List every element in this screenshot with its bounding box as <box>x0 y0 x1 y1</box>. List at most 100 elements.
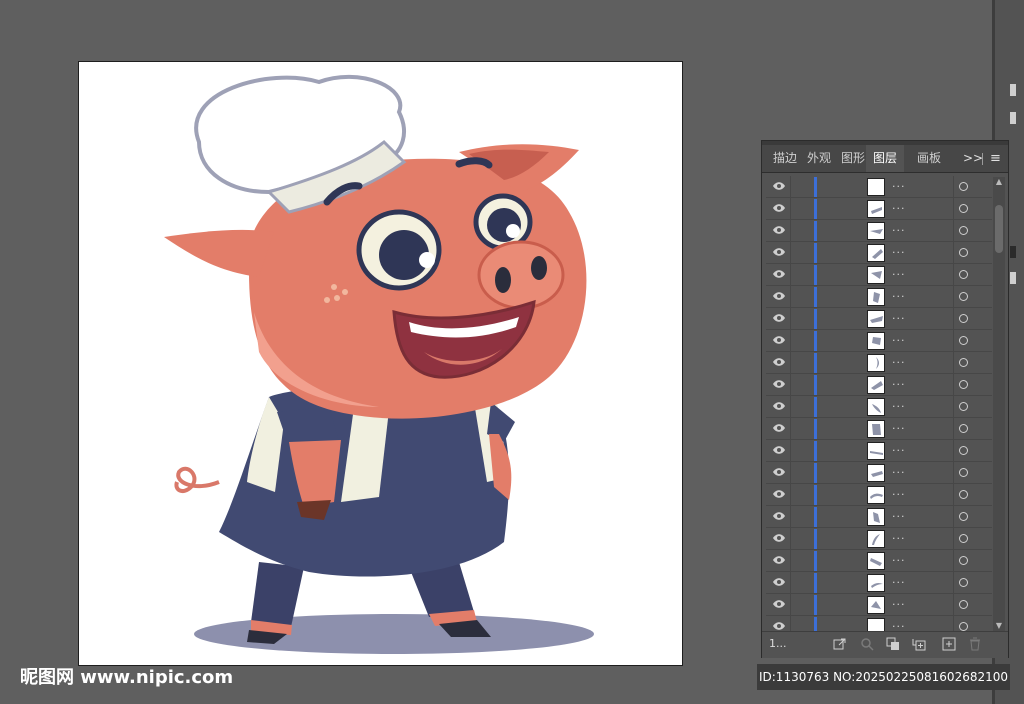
target-icon[interactable] <box>959 424 968 433</box>
eye-icon[interactable] <box>772 224 786 236</box>
target-icon[interactable] <box>959 446 968 455</box>
layer-name[interactable]: ... <box>892 265 906 278</box>
eye-icon[interactable] <box>772 576 786 588</box>
target-icon[interactable] <box>959 402 968 411</box>
eye-icon[interactable] <box>772 180 786 192</box>
layer-row[interactable]: ... <box>766 550 992 572</box>
target-icon[interactable] <box>959 380 968 389</box>
layer-name[interactable]: ... <box>892 441 906 454</box>
target-icon[interactable] <box>959 314 968 323</box>
layer-row[interactable]: ... <box>766 176 992 198</box>
layer-name[interactable]: ... <box>892 463 906 476</box>
layer-name[interactable]: ... <box>892 595 906 608</box>
eye-icon[interactable] <box>772 400 786 412</box>
clip-icon[interactable] <box>886 637 900 651</box>
new-layer-icon[interactable] <box>942 637 956 651</box>
target-icon[interactable] <box>959 270 968 279</box>
layer-row[interactable]: ... <box>766 396 992 418</box>
layer-name[interactable]: ... <box>892 375 906 388</box>
layer-row[interactable]: ... <box>766 264 992 286</box>
target-icon[interactable] <box>959 292 968 301</box>
eye-icon[interactable] <box>772 532 786 544</box>
tab-stroke[interactable]: 描边 <box>768 145 802 172</box>
tab-appearance[interactable]: 外观 <box>802 145 836 172</box>
eye-icon[interactable] <box>772 290 786 302</box>
scrollbar[interactable]: ▲ ▼ <box>993 177 1005 631</box>
layer-name[interactable]: ... <box>892 551 906 564</box>
layer-row[interactable]: ... <box>766 572 992 594</box>
eye-icon[interactable] <box>772 312 786 324</box>
target-icon[interactable] <box>959 622 968 631</box>
scroll-up-icon[interactable]: ▲ <box>993 177 1005 187</box>
tab-layers[interactable]: 图层 <box>866 145 905 172</box>
layer-row[interactable]: ... <box>766 616 992 631</box>
layer-row[interactable]: ... <box>766 308 992 330</box>
layer-row[interactable]: ... <box>766 528 992 550</box>
layer-name[interactable]: ... <box>892 243 906 256</box>
eye-icon[interactable] <box>772 334 786 346</box>
eye-icon[interactable] <box>772 378 786 390</box>
target-icon[interactable] <box>959 534 968 543</box>
eye-icon[interactable] <box>772 268 786 280</box>
layer-name[interactable]: ... <box>892 529 906 542</box>
eye-icon[interactable] <box>772 422 786 434</box>
target-icon[interactable] <box>959 600 968 609</box>
target-icon[interactable] <box>959 336 968 345</box>
layer-name[interactable]: ... <box>892 353 906 366</box>
eye-icon[interactable] <box>772 356 786 368</box>
layer-name[interactable]: ... <box>892 485 906 498</box>
panel-menu-button[interactable]: ≡ <box>990 145 1001 172</box>
layer-row[interactable]: ... <box>766 286 992 308</box>
new-sublayer-icon[interactable] <box>912 637 926 651</box>
target-icon[interactable] <box>959 182 968 191</box>
layer-name[interactable]: ... <box>892 419 906 432</box>
layer-row[interactable]: ... <box>766 462 992 484</box>
eye-icon[interactable] <box>772 510 786 522</box>
layer-row[interactable]: ... <box>766 242 992 264</box>
target-icon[interactable] <box>959 490 968 499</box>
layer-row[interactable]: ... <box>766 440 992 462</box>
layer-name[interactable]: ... <box>892 507 906 520</box>
eye-icon[interactable] <box>772 202 786 214</box>
more-tabs-button[interactable]: >> <box>963 145 983 172</box>
search-icon[interactable] <box>860 637 874 651</box>
export-icon[interactable] <box>833 637 847 651</box>
target-icon[interactable] <box>959 468 968 477</box>
layer-row[interactable]: ... <box>766 594 992 616</box>
trash-icon[interactable] <box>968 637 982 651</box>
layer-row[interactable]: ... <box>766 220 992 242</box>
layer-row[interactable]: ... <box>766 330 992 352</box>
eye-icon[interactable] <box>772 488 786 500</box>
target-icon[interactable] <box>959 204 968 213</box>
artboard[interactable] <box>78 61 683 666</box>
layer-name[interactable]: ... <box>892 617 906 630</box>
layer-name[interactable]: ... <box>892 287 906 300</box>
layer-row[interactable]: ... <box>766 198 992 220</box>
eye-icon[interactable] <box>772 246 786 258</box>
layer-name[interactable]: ... <box>892 309 906 322</box>
target-icon[interactable] <box>959 512 968 521</box>
tab-graphic-styles[interactable]: 图形 <box>836 145 870 172</box>
target-icon[interactable] <box>959 248 968 257</box>
layer-row[interactable]: ... <box>766 352 992 374</box>
layer-name[interactable]: ... <box>892 397 906 410</box>
target-icon[interactable] <box>959 578 968 587</box>
layer-name[interactable]: ... <box>892 199 906 212</box>
layer-row[interactable]: ... <box>766 418 992 440</box>
eye-icon[interactable] <box>772 554 786 566</box>
eye-icon[interactable] <box>772 444 786 456</box>
layer-name[interactable]: ... <box>892 573 906 586</box>
layer-name[interactable]: ... <box>892 331 906 344</box>
layer-name[interactable]: ... <box>892 177 906 190</box>
scroll-thumb[interactable] <box>995 205 1003 253</box>
scroll-down-icon[interactable]: ▼ <box>993 621 1005 631</box>
eye-icon[interactable] <box>772 598 786 610</box>
tab-artboards[interactable]: 画板 <box>912 145 946 172</box>
eye-icon[interactable] <box>772 466 786 478</box>
target-icon[interactable] <box>959 556 968 565</box>
layer-row[interactable]: ... <box>766 374 992 396</box>
layer-row[interactable]: ... <box>766 484 992 506</box>
eye-icon[interactable] <box>772 620 786 631</box>
target-icon[interactable] <box>959 358 968 367</box>
target-icon[interactable] <box>959 226 968 235</box>
